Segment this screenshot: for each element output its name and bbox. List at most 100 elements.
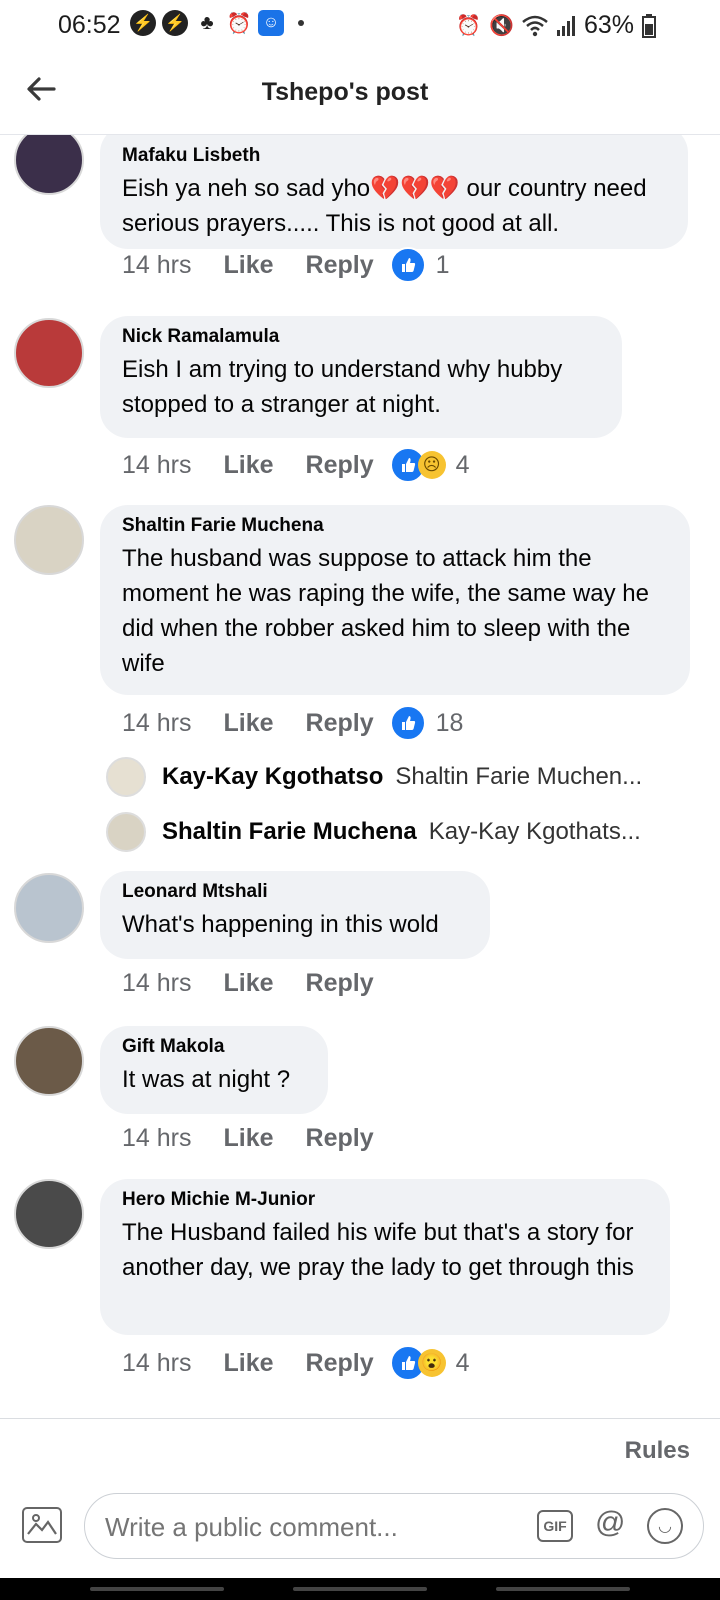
comment-actions: 14 hrs Like Reply 1 [122, 247, 450, 283]
comment-author[interactable]: Leonard Mtshali [122, 881, 468, 903]
post-header: Tshepo's post [0, 52, 720, 135]
reply-preview[interactable]: Shaltin Farie Muchena Kay-Kay Kgothats..… [106, 812, 641, 852]
messenger-icon: ☺ [258, 10, 284, 36]
comment-actions: 14 hrs Like Reply 18 [122, 705, 463, 741]
photo-icon [27, 1514, 57, 1535]
rules-link[interactable]: Rules [625, 1437, 690, 1465]
reactions[interactable]: 18 [389, 705, 464, 741]
comment-text: What's happening in this wold [122, 911, 439, 938]
comment-text: Eish I am trying to understand why hubby… [122, 356, 563, 418]
reactions[interactable]: 😮 4 [389, 1345, 470, 1381]
like-button[interactable]: Like [223, 251, 273, 280]
comment-composer[interactable]: GIF @ ◡ [84, 1493, 704, 1559]
reply-button[interactable]: Reply [306, 251, 374, 280]
comment-author[interactable]: Gift Makola [122, 1036, 306, 1058]
page-title: Tshepo's post [261, 78, 429, 106]
reaction-count: 18 [435, 708, 464, 737]
avatar[interactable] [14, 505, 84, 575]
reply-author: Shaltin Farie Muchena [162, 818, 417, 845]
reply-button[interactable]: Reply [306, 709, 374, 738]
like-button[interactable]: Like [223, 709, 273, 738]
reaction-count: 1 [435, 250, 450, 279]
battery-percent: 63% [583, 11, 634, 39]
comment-time[interactable]: 14 hrs [122, 1124, 191, 1153]
reaction-count: 4 [455, 1348, 470, 1377]
avatar[interactable] [14, 318, 84, 388]
like-button[interactable]: Like [223, 969, 273, 998]
mention-icon[interactable]: @ [595, 1506, 625, 1540]
notification-icon: ⚡ [130, 10, 156, 36]
comment-author[interactable]: Nick Ramalamula [122, 326, 600, 348]
avatar [106, 757, 146, 797]
alarm-icon: ⏰ [226, 12, 252, 35]
comment-author[interactable]: Shaltin Farie Muchena [122, 515, 668, 537]
comment-bubble[interactable]: Nick Ramalamula Eish I am trying to unde… [100, 316, 622, 438]
reaction-count: 4 [455, 450, 470, 479]
sad-reaction-icon: ☹ [417, 451, 446, 479]
divider [0, 1418, 720, 1419]
reply-button[interactable]: Reply [306, 969, 374, 998]
avatar[interactable] [14, 135, 84, 195]
nav-handle[interactable] [293, 1587, 427, 1591]
avatar[interactable] [14, 1179, 84, 1249]
comment-bubble[interactable]: Leonard Mtshali What's happening in this… [100, 871, 490, 959]
comment-text: The husband was suppose to attack him th… [122, 545, 649, 677]
comment-actions: 14 hrs Like Reply ☹ 4 [122, 447, 470, 483]
notification-icon: ♣ [200, 11, 214, 34]
avatar[interactable] [14, 873, 84, 943]
wow-reaction-icon: 😮 [417, 1349, 446, 1377]
like-button[interactable]: Like [223, 1124, 273, 1153]
nav-handle[interactable] [496, 1587, 630, 1591]
more-notifications-icon [298, 20, 304, 26]
comment-time[interactable]: 14 hrs [122, 969, 191, 998]
photo-button[interactable] [22, 1507, 62, 1543]
comment-actions: 14 hrs Like Reply 😮 4 [122, 1345, 470, 1381]
comment-bubble[interactable]: Gift Makola It was at night ? [100, 1026, 328, 1114]
nav-handle[interactable] [90, 1587, 224, 1591]
reply-button[interactable]: Reply [306, 1349, 374, 1378]
comment-author[interactable]: Hero Michie M-Junior [122, 1189, 648, 1211]
comment-bubble[interactable]: Hero Michie M-Junior The Husband failed … [100, 1179, 670, 1335]
signal-icon [556, 15, 575, 36]
reply-button[interactable]: Reply [306, 1124, 374, 1153]
like-reaction-icon [389, 247, 426, 283]
comment-input[interactable] [103, 1508, 507, 1546]
comment-actions: 14 hrs Like Reply [122, 1124, 374, 1153]
comment-actions: 14 hrs Like Reply [122, 969, 374, 998]
comment-time[interactable]: 14 hrs [122, 251, 191, 280]
like-reaction-icon [389, 705, 426, 741]
status-bar: 06:52 ⚡ ⚡ ♣ ⏰ ☺ ⏰ 🔇 63% [0, 0, 720, 52]
comment-text: The Husband failed his wife but that's a… [122, 1219, 634, 1281]
battery-icon [642, 13, 656, 38]
comment-bubble[interactable]: Shaltin Farie Muchena The husband was su… [100, 505, 690, 695]
emoji-icon[interactable]: ◡ [647, 1508, 683, 1544]
avatar [106, 812, 146, 852]
comment-time[interactable]: 14 hrs [122, 451, 191, 480]
comments-list[interactable]: Mafaku Lisbeth Eish ya neh so sad yho💔💔💔… [0, 135, 720, 1418]
system-icons: ⏰ 🔇 63% [456, 11, 656, 40]
status-time: 06:52 [58, 11, 121, 39]
system-nav-bar [0, 1578, 720, 1600]
like-button[interactable]: Like [223, 451, 273, 480]
notification-icon: ⚡ [162, 10, 188, 36]
comment-text: Eish ya neh so sad yho💔💔💔 our country ne… [122, 175, 647, 237]
mute-icon: 🔇 [489, 15, 514, 37]
wifi-icon [522, 15, 548, 36]
reply-text: Shaltin Farie Muchen... [395, 763, 643, 790]
avatar[interactable] [14, 1026, 84, 1096]
reply-preview[interactable]: Kay-Kay Kgothatso Shaltin Farie Muchen..… [106, 757, 642, 797]
comment-author[interactable]: Mafaku Lisbeth [122, 145, 666, 167]
comment-time[interactable]: 14 hrs [122, 709, 191, 738]
gif-button[interactable]: GIF [537, 1510, 573, 1542]
comment-bubble[interactable]: Mafaku Lisbeth Eish ya neh so sad yho💔💔💔… [100, 135, 688, 249]
alarm-icon: ⏰ [456, 15, 482, 37]
reply-button[interactable]: Reply [306, 451, 374, 480]
like-button[interactable]: Like [223, 1349, 273, 1378]
reactions[interactable]: 1 [389, 247, 450, 283]
comment-text: It was at night ? [122, 1066, 291, 1093]
reactions[interactable]: ☹ 4 [389, 447, 470, 483]
reply-author: Kay-Kay Kgothatso [162, 763, 384, 790]
reply-text: Kay-Kay Kgothats... [428, 818, 641, 845]
notification-icons: ⚡ ⚡ ♣ ⏰ ☺ [130, 10, 304, 36]
comment-time[interactable]: 14 hrs [122, 1349, 191, 1378]
